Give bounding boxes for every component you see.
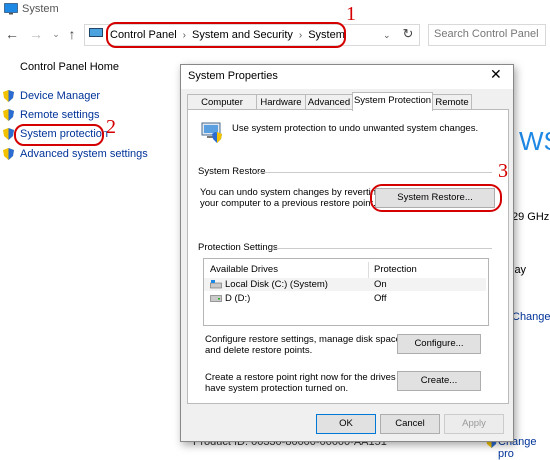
table-row[interactable]: Local Disk (C:) (System): [225, 279, 328, 290]
close-icon[interactable]: ✕: [490, 66, 502, 83]
group-divider: [258, 172, 492, 173]
table-cell-protection: Off: [374, 293, 387, 304]
column-divider: [368, 262, 369, 278]
annotation-oval-system-protection: [14, 124, 104, 146]
create-button[interactable]: Create...: [397, 371, 481, 391]
restore-description-1: You can undo system changes by reverting: [200, 187, 382, 198]
annotation-number-1: 1: [346, 3, 356, 25]
system-restore-group-label: System Restore: [198, 166, 266, 177]
system-window-icon: [4, 3, 18, 15]
up-arrow-icon[interactable]: ↑: [64, 26, 80, 42]
window-title: System: [22, 3, 59, 15]
sidebar-item-advanced-system-settings[interactable]: Advanced system settings: [20, 148, 148, 160]
drive-windows-icon: [210, 280, 222, 289]
shield-icon: [3, 90, 14, 102]
shield-icon: [3, 128, 14, 140]
tab-panel-system-protection: [187, 109, 509, 404]
configure-description-2: and delete restore points.: [205, 345, 313, 356]
sidebar-item-remote-settings[interactable]: Remote settings: [20, 109, 99, 121]
control-panel-home-link[interactable]: Control Panel Home: [20, 61, 119, 73]
drives-column-header[interactable]: Available Drives: [210, 264, 278, 275]
processor-speed-text: 29 GHz: [512, 211, 550, 223]
intro-text: Use system protection to undo unwanted s…: [232, 123, 479, 134]
address-dropdown-icon[interactable]: ⌄: [383, 30, 391, 41]
refresh-icon[interactable]: ↻: [400, 26, 416, 42]
shield-icon: [3, 109, 14, 121]
tab-system-protection[interactable]: System Protection: [352, 92, 433, 111]
table-cell-protection: On: [374, 279, 387, 290]
dialog-title: System Properties: [188, 70, 278, 82]
back-arrow-icon[interactable]: ←: [4, 26, 20, 42]
window-titlebar: [0, 0, 550, 20]
table-row[interactable]: D (D:): [225, 293, 250, 304]
group-divider: [272, 248, 492, 249]
drive-icon: [210, 295, 222, 302]
restore-description-2: your computer to a previous restore poin…: [200, 198, 376, 209]
annotation-oval-system-restore: [370, 184, 502, 212]
windows-logo-text: WS: [519, 126, 550, 156]
recent-dropdown-icon[interactable]: ⌄: [48, 26, 64, 42]
search-placeholder: Search Control Panel: [434, 28, 539, 40]
change-settings-link[interactable]: Change: [512, 311, 550, 323]
annotation-number-2: 2: [106, 116, 116, 138]
control-panel-icon: [89, 28, 103, 37]
annotation-oval-address: [106, 22, 346, 48]
ok-button[interactable]: OK: [316, 414, 376, 434]
configure-description-1: Configure restore settings, manage disk …: [205, 334, 404, 345]
protection-column-header[interactable]: Protection: [374, 264, 417, 275]
sidebar-item-device-manager[interactable]: Device Manager: [20, 90, 100, 102]
configure-button[interactable]: Configure...: [397, 334, 481, 354]
forward-arrow-icon[interactable]: →: [28, 26, 44, 42]
apply-button[interactable]: Apply: [444, 414, 504, 434]
cancel-button[interactable]: Cancel: [380, 414, 440, 434]
system-protection-icon: [201, 122, 222, 143]
create-description-2: have system protection turned on.: [205, 383, 349, 394]
display-text: lay: [512, 264, 527, 276]
create-description-1: Create a restore point right now for the…: [205, 372, 415, 383]
annotation-number-3: 3: [498, 160, 508, 182]
shield-icon: [3, 148, 14, 160]
protection-settings-group-label: Protection Settings: [198, 242, 278, 253]
